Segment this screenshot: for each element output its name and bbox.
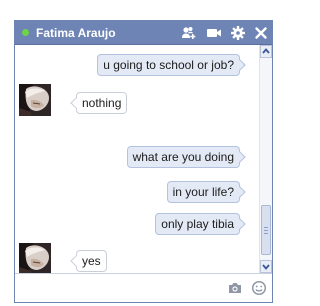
online-status-indicator	[22, 29, 29, 36]
chevron-up-icon	[262, 48, 270, 54]
gear-icon[interactable]	[230, 25, 246, 41]
outgoing-message: what are you doing	[126, 146, 240, 168]
chat-window: Fatima Araujo u going to school or job? …	[14, 20, 273, 303]
scroll-thumb[interactable]	[261, 205, 271, 255]
scroll-down-button[interactable]	[260, 260, 272, 273]
camera-icon[interactable]	[227, 280, 243, 296]
incoming-message: nothing	[76, 92, 128, 114]
close-icon[interactable]	[253, 25, 269, 41]
message-list[interactable]: u going to school or job? nothing what a…	[15, 45, 259, 273]
incoming-message: yes	[76, 250, 107, 272]
add-friend-icon[interactable]	[181, 25, 197, 41]
outgoing-message: only play tibia	[155, 213, 240, 235]
chevron-down-icon	[262, 264, 270, 270]
chat-title-bar[interactable]: Fatima Araujo	[15, 21, 272, 45]
scroll-up-button[interactable]	[260, 45, 272, 58]
message-scrollbar[interactable]	[259, 45, 272, 273]
composer	[15, 273, 272, 302]
emoticon-icon[interactable]	[251, 280, 267, 296]
outgoing-message: u going to school or job?	[97, 54, 240, 76]
contact-avatar[interactable]	[19, 84, 51, 116]
video-call-icon[interactable]	[206, 25, 222, 41]
contact-name[interactable]: Fatima Araujo	[36, 25, 116, 41]
outgoing-message: in your life?	[166, 181, 240, 203]
message-input[interactable]	[19, 278, 223, 298]
contact-avatar[interactable]	[19, 243, 51, 273]
